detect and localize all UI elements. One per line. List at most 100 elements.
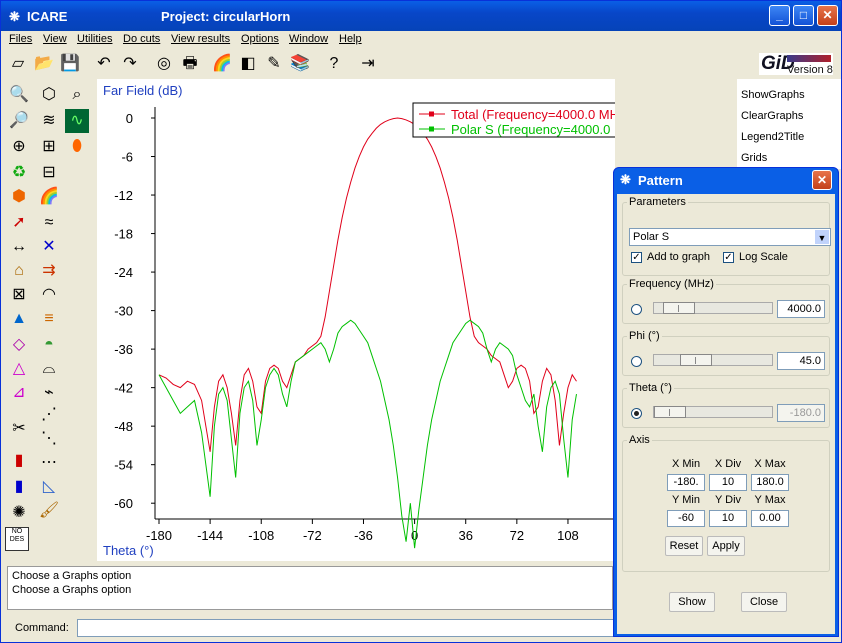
phi-slider[interactable] (653, 354, 773, 366)
rainbow-fill-icon[interactable]: 🌈 (37, 185, 61, 209)
phi-value[interactable]: 45.0 (777, 352, 825, 370)
menu-files[interactable]: Files (9, 33, 32, 45)
legend-to-title-command[interactable]: Legend2Title (741, 131, 804, 143)
books-icon[interactable]: 📚 (289, 53, 311, 75)
y-div-field[interactable]: 10 (709, 510, 747, 527)
theta-slider-thumb[interactable] (654, 406, 686, 418)
close-button[interactable]: ✕ (817, 5, 838, 26)
apply-button[interactable]: Apply (707, 536, 745, 556)
brush-icon[interactable]: 🖌 (37, 499, 61, 523)
parameter-select[interactable]: Polar S ▼ (629, 228, 831, 246)
bowl-icon[interactable]: ⌓ (37, 357, 61, 381)
edit-pencil-icon[interactable]: ✎ (263, 53, 285, 75)
theta-slider[interactable] (653, 406, 773, 418)
mesh-icon[interactable]: ⬡ (37, 83, 61, 107)
scale-icon[interactable]: ↔ (7, 235, 31, 259)
color-blob-icon[interactable]: ⬮ (65, 135, 89, 159)
dome-icon[interactable]: ◓ (37, 333, 61, 357)
shaded-view-icon[interactable]: ▲ (7, 307, 31, 331)
x-tick-label: -180 (146, 528, 172, 543)
x-min-field[interactable]: -180. (667, 474, 705, 491)
undo-icon[interactable]: ↶ (93, 53, 115, 75)
new-file-icon[interactable]: ▱ (7, 53, 29, 75)
graph-points-icon[interactable]: ⋰ (37, 403, 61, 427)
graph-area-icon[interactable]: ◺ (37, 475, 61, 499)
graph-window-icon[interactable]: ∿ (65, 109, 89, 133)
surface-icon[interactable]: ⬢ (7, 185, 31, 209)
wire-shape-icon[interactable]: ◇ (7, 333, 31, 357)
x-max-label: X Max (754, 458, 786, 470)
minimize-button[interactable]: _ (769, 5, 790, 26)
menu-do-cuts[interactable]: Do cuts (123, 33, 160, 45)
grids-command[interactable]: Grids (741, 152, 767, 164)
theta-radio[interactable] (631, 408, 642, 419)
menu-help[interactable]: Help (339, 33, 362, 45)
graph-cut-icon[interactable]: ⋱ (37, 427, 61, 451)
menu-view-results[interactable]: View results (171, 33, 230, 45)
rainbow-lines-icon[interactable]: ≈ (37, 211, 61, 235)
frequency-value[interactable]: 4000.0 (777, 300, 825, 318)
chevron-down-icon[interactable]: ▼ (814, 229, 830, 245)
open-folder-icon[interactable]: 📂 (33, 53, 55, 75)
graph-line-icon[interactable]: ⌁ (37, 381, 61, 405)
ruler-icon[interactable]: ⊟ (37, 161, 61, 185)
scissors-icon[interactable]: ✂ (7, 417, 31, 441)
close-dialog-button[interactable]: Close (741, 592, 787, 612)
maximize-button[interactable]: □ (793, 5, 814, 26)
frequency-slider-thumb[interactable] (662, 302, 695, 314)
redo-icon[interactable]: ↷ (119, 53, 141, 75)
triangle-icon[interactable]: △ (7, 357, 31, 381)
axes-icon[interactable]: ⊞ (37, 135, 61, 159)
layers-icon[interactable]: ◧ (237, 53, 259, 75)
zoom-in-icon[interactable]: 🔎 (7, 109, 31, 133)
triangle-graph-icon[interactable]: ⊿ (7, 381, 31, 405)
rainbow-icon[interactable]: 🌈 (211, 53, 233, 75)
phi-radio[interactable] (631, 356, 642, 367)
menu-window[interactable]: Window (289, 33, 328, 45)
menu-utilities[interactable]: Utilities (77, 33, 112, 45)
show-graphs-command[interactable]: ShowGraphs (741, 89, 805, 101)
menu-view[interactable]: View (43, 33, 67, 45)
clear-graphs-command[interactable]: ClearGraphs (741, 110, 803, 122)
y-max-field[interactable]: 0.00 (751, 510, 789, 527)
x-max-field[interactable]: 180.0 (751, 474, 789, 491)
x-div-field[interactable]: 10 (709, 474, 747, 491)
y-min-field[interactable]: -60 (667, 510, 705, 527)
color-scale-blue-icon[interactable]: ▮ (7, 475, 31, 499)
color-scale-icon[interactable]: ▮ (7, 449, 31, 473)
menu-options[interactable]: Options (241, 33, 279, 45)
graph-compare-icon[interactable]: ⋯ (37, 451, 61, 475)
print-icon[interactable]: 🖶 (179, 53, 201, 75)
number-labels-icon[interactable]: ✕ (37, 235, 61, 259)
legend-marker (429, 111, 434, 117)
save-disk-icon[interactable]: 💾 (59, 53, 81, 75)
zoom-points-icon[interactable]: ⊕ (7, 135, 31, 159)
show-button[interactable]: Show (669, 592, 715, 612)
box-icon[interactable]: ⊠ (7, 283, 31, 307)
binoculars-icon[interactable]: ◎ (153, 53, 175, 75)
contour-lines-icon[interactable]: ≡ (37, 307, 61, 331)
frequency-slider[interactable] (653, 302, 773, 314)
nodes-elems-icon[interactable]: NO DES (5, 527, 29, 551)
contour-icon[interactable]: ≋ (37, 109, 61, 133)
reset-button[interactable]: Reset (665, 536, 703, 556)
add-to-graph-checkbox[interactable]: ✓ (631, 252, 642, 263)
help-icon[interactable]: ? (323, 53, 345, 75)
zoom-frame-icon[interactable]: ⌕ (65, 83, 89, 107)
parameters-legend: Parameters (629, 196, 686, 208)
rainbow-arc-icon[interactable]: ◠ (37, 283, 61, 307)
x-tick-label: -36 (354, 528, 373, 543)
theta-value[interactable]: -180.0 (777, 404, 825, 422)
bell-icon[interactable]: ⌂ (7, 259, 31, 283)
recycle-icon[interactable]: ♻ (7, 161, 31, 185)
command-label: Command: (15, 622, 69, 634)
colorwheel-icon[interactable]: ✺ (7, 501, 31, 525)
log-scale-checkbox[interactable]: ✓ (723, 252, 734, 263)
phi-slider-thumb[interactable] (679, 354, 712, 366)
flow-arrows-icon[interactable]: ⇉ (37, 259, 61, 283)
dialog-close-icon[interactable]: ✕ (812, 170, 832, 190)
zoom-icon[interactable]: 🔍 (7, 83, 31, 107)
exit-icon[interactable]: ⇥ (357, 53, 379, 75)
vector-icon[interactable]: ➚ (7, 211, 31, 235)
frequency-radio[interactable] (631, 304, 642, 315)
